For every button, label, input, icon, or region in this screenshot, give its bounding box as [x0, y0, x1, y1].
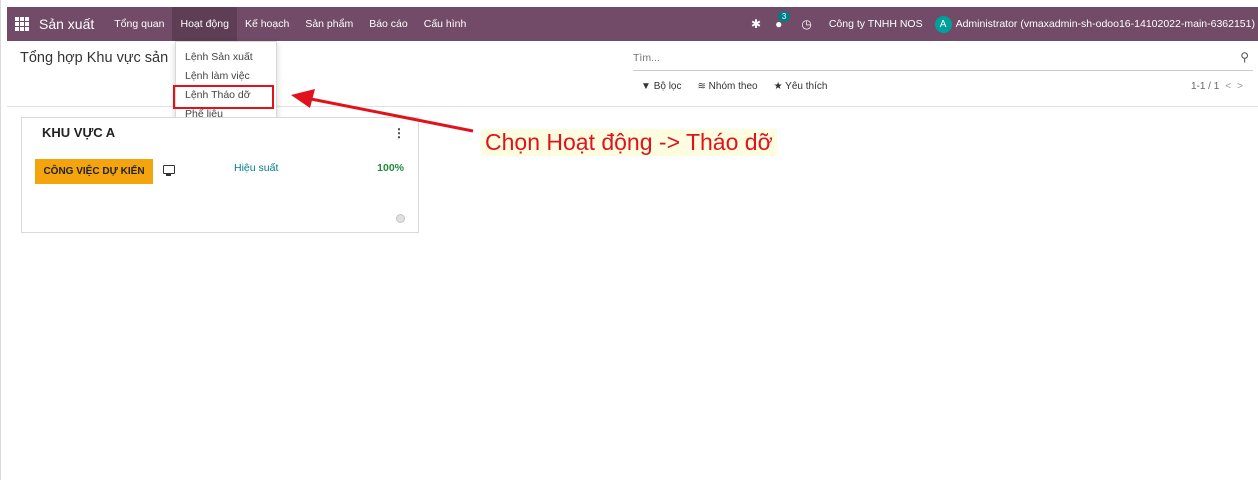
- annotation-text: Chọn Hoạt động -> Tháo dỡ: [481, 129, 777, 156]
- annotation-arrow: [291, 89, 474, 133]
- page: Sản xuất Tổng quan Hoạt động Kế hoạch Sả…: [0, 0, 1258, 480]
